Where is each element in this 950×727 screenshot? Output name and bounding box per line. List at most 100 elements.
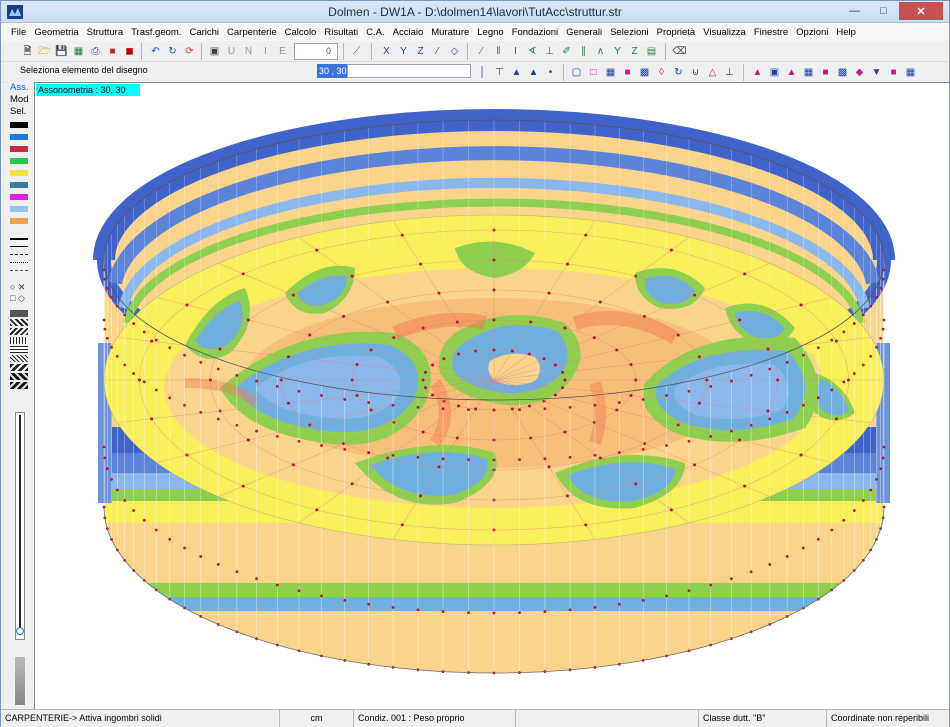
- menu-geometria[interactable]: Geometria: [30, 27, 82, 38]
- menu-murature[interactable]: Murature: [427, 27, 473, 38]
- menu-calcolo[interactable]: Calcolo: [281, 27, 321, 38]
- undo-icon[interactable]: ↶: [148, 44, 163, 59]
- node-point-icon[interactable]: •: [543, 65, 558, 80]
- text-u-icon[interactable]: U: [224, 44, 239, 59]
- node-select-icon[interactable]: ▲: [526, 65, 541, 80]
- layers-icon[interactable]: ▣: [207, 44, 222, 59]
- element-icon-1[interactable]: ▢: [569, 65, 584, 80]
- solid-icon-6[interactable]: ▩: [835, 65, 850, 80]
- section-y-icon[interactable]: Y: [610, 44, 625, 59]
- solid-icon-9[interactable]: ■: [886, 65, 901, 80]
- hatch-pattern-5[interactable]: [10, 346, 28, 353]
- solid-icon-5[interactable]: ■: [818, 65, 833, 80]
- element-icon-8[interactable]: ⊍: [688, 65, 703, 80]
- hatch-pattern-1[interactable]: [10, 310, 28, 317]
- drawing-canvas[interactable]: Assonometria : 30, 30: [34, 82, 949, 709]
- node-load-icon[interactable]: ⊤: [492, 65, 507, 80]
- level-field[interactable]: 0: [294, 43, 338, 60]
- menu-legno[interactable]: Legno: [473, 27, 507, 38]
- solid-icon-2[interactable]: ▣: [767, 65, 782, 80]
- compute-icon[interactable]: ■: [105, 44, 120, 59]
- color-swatch-8[interactable]: [10, 206, 28, 212]
- new-file-icon[interactable]: 🗎: [20, 44, 35, 59]
- text-e-icon[interactable]: E: [275, 44, 290, 59]
- zoom-slider-track[interactable]: [15, 412, 25, 640]
- menu-selezioni[interactable]: Selezioni: [606, 27, 653, 38]
- line-icon[interactable]: ⟋: [349, 44, 364, 59]
- support-icon[interactable]: ⊥: [542, 44, 557, 59]
- color-swatch-4[interactable]: [10, 158, 28, 164]
- menu-struttura[interactable]: Struttura: [83, 27, 127, 38]
- line-style-dotted[interactable]: [10, 262, 28, 263]
- point-style-icons[interactable]: ○ ✕ □ ◇: [10, 282, 25, 304]
- tab-assonometria[interactable]: Ass.: [6, 82, 32, 94]
- text-n-icon[interactable]: N: [241, 44, 256, 59]
- menu-finestre[interactable]: Finestre: [750, 27, 792, 38]
- text-i-icon[interactable]: I: [258, 44, 273, 59]
- eraser-tool-icon[interactable]: ⌫: [672, 44, 687, 59]
- hatch-pattern-6[interactable]: [10, 355, 28, 362]
- line-style-dashdot[interactable]: [10, 270, 28, 271]
- bracing-icon[interactable]: ✐: [559, 44, 574, 59]
- stop-icon[interactable]: ◼: [122, 44, 137, 59]
- line-style-thick[interactable]: [10, 238, 28, 240]
- color-swatch-3[interactable]: [10, 146, 28, 152]
- axis-z-icon[interactable]: Z: [413, 44, 428, 59]
- portal-icon[interactable]: ∧: [593, 44, 608, 59]
- color-swatch-6[interactable]: [10, 182, 28, 188]
- node-icon[interactable]: │: [475, 65, 490, 80]
- save-icon[interactable]: 💾: [54, 44, 69, 59]
- element-icon-6[interactable]: ◊: [654, 65, 669, 80]
- column-icon[interactable]: ‖: [491, 44, 506, 59]
- menu-help[interactable]: Help: [832, 27, 860, 38]
- close-button[interactable]: ✕: [899, 2, 943, 20]
- axis-y-icon[interactable]: Y: [396, 44, 411, 59]
- solid-icon-3[interactable]: ▲: [784, 65, 799, 80]
- print-icon[interactable]: ⎙: [88, 44, 103, 59]
- tab-modifica[interactable]: Mod: [6, 94, 32, 106]
- color-swatch-9[interactable]: [10, 218, 28, 224]
- element-icon-10[interactable]: ⊥: [722, 65, 737, 80]
- menu-acciaio[interactable]: Acciaio: [389, 27, 428, 38]
- command-input[interactable]: [347, 64, 471, 78]
- maximize-button[interactable]: □: [870, 2, 897, 20]
- line-style-thin[interactable]: [10, 246, 28, 247]
- element-icon-3[interactable]: ▦: [603, 65, 618, 80]
- tab-selezione[interactable]: Sel.: [6, 106, 32, 118]
- menu-fondazioni[interactable]: Fondazioni: [508, 27, 562, 38]
- redo-icon[interactable]: ↻: [165, 44, 180, 59]
- axis-x-icon[interactable]: X: [379, 44, 394, 59]
- frame-icon[interactable]: ∥: [576, 44, 591, 59]
- solid-icon-1[interactable]: ▲: [750, 65, 765, 80]
- menu-visualizza[interactable]: Visualizza: [699, 27, 750, 38]
- menu-generali[interactable]: Generali: [562, 27, 606, 38]
- line-style-dashed[interactable]: [10, 254, 28, 255]
- solid-icon-7[interactable]: ◆: [852, 65, 867, 80]
- menu-ca[interactable]: C.A.: [362, 27, 388, 38]
- hatch-pattern-2[interactable]: [10, 319, 28, 326]
- export-icon[interactable]: ▦: [71, 44, 86, 59]
- rotate-icon[interactable]: ⟳: [182, 44, 197, 59]
- hatch-pattern-3[interactable]: [10, 328, 28, 335]
- color-swatch-2[interactable]: [10, 134, 28, 140]
- node-constraint-icon[interactable]: ▲: [509, 65, 524, 80]
- solid-icon-8[interactable]: ▼: [869, 65, 884, 80]
- solid-icon-10[interactable]: ▦: [903, 65, 918, 80]
- menu-carpenterie[interactable]: Carpenterie: [223, 27, 281, 38]
- tank-fem-contour-plot[interactable]: [35, 83, 949, 709]
- color-swatch-7[interactable]: [10, 194, 28, 200]
- hatch-pattern-8[interactable]: [10, 373, 28, 380]
- book-icon[interactable]: ▤: [644, 44, 659, 59]
- element-icon-9[interactable]: △: [705, 65, 720, 80]
- angle-value-field[interactable]: 30 , 30: [317, 64, 347, 78]
- menu-carichi[interactable]: Carichi: [185, 27, 223, 38]
- beam-icon[interactable]: ∕: [474, 44, 489, 59]
- open-folder-icon[interactable]: 🗁: [37, 44, 52, 59]
- diag-line-icon[interactable]: ⁄: [430, 44, 445, 59]
- element-icon-7[interactable]: ↻: [671, 65, 686, 80]
- hatch-pattern-9[interactable]: [10, 382, 28, 389]
- truss-icon[interactable]: ∢: [525, 44, 540, 59]
- hatch-pattern-4[interactable]: [10, 337, 28, 344]
- section-z-icon[interactable]: Z: [627, 44, 642, 59]
- menu-opzioni[interactable]: Opzioni: [792, 27, 832, 38]
